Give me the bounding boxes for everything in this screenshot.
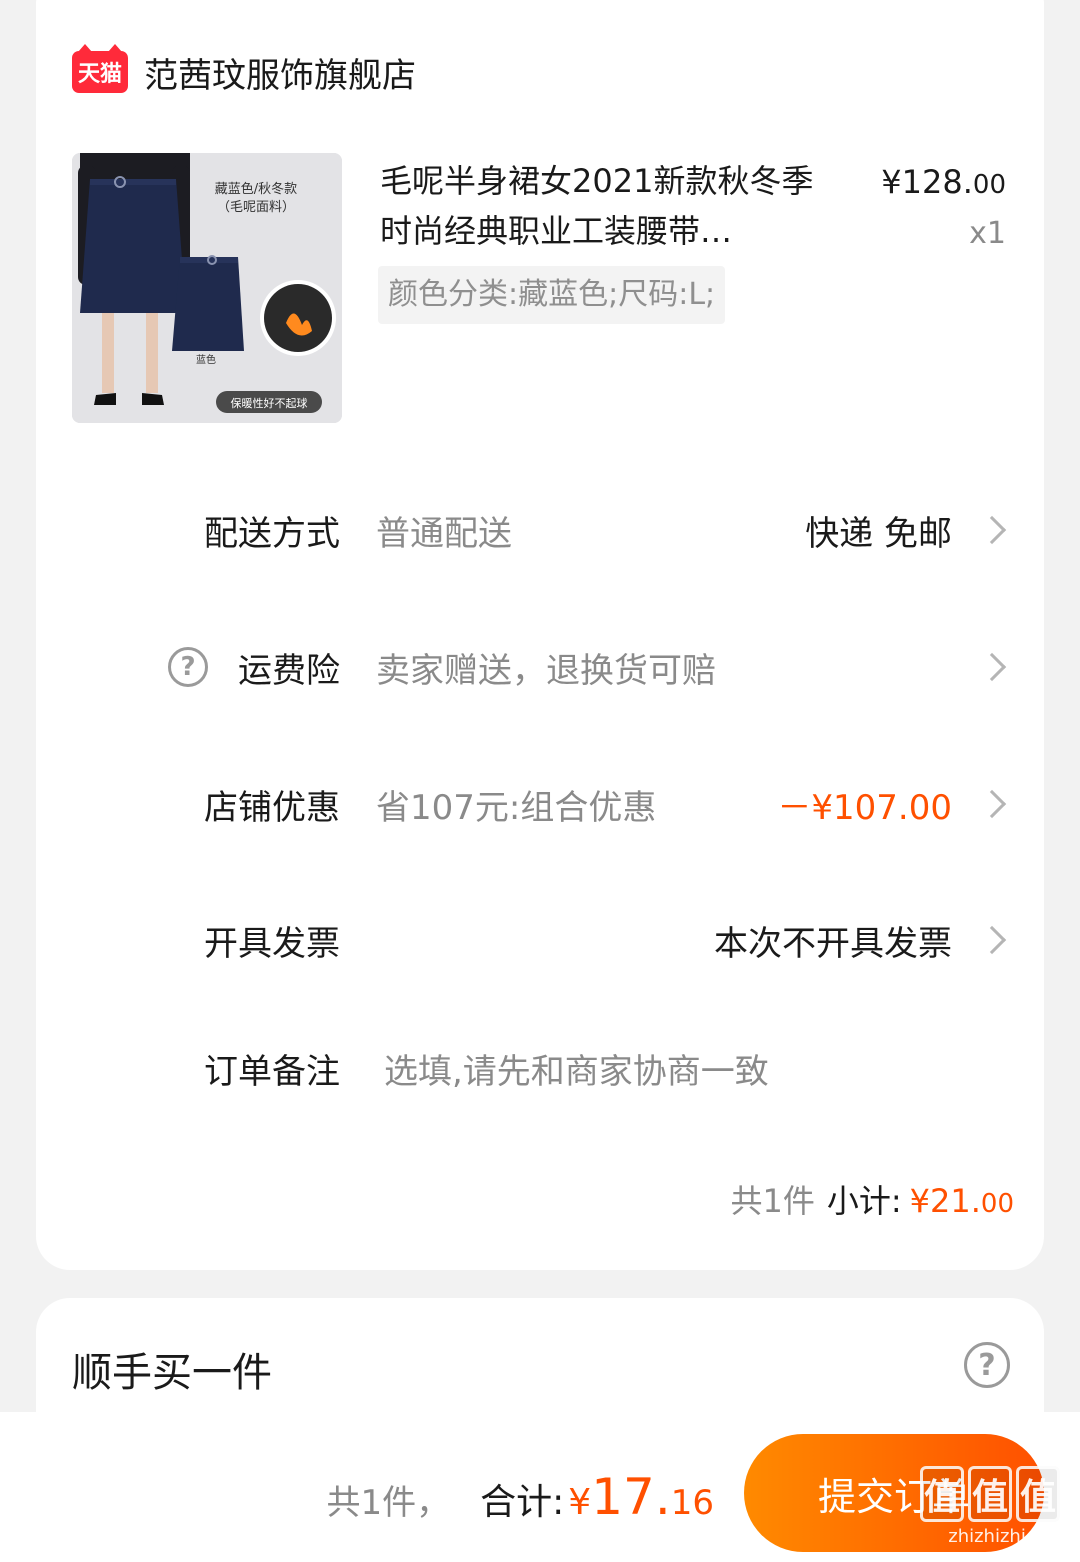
note-row: 订单备注 选填,请先和商家协商一致 — [0, 1028, 1080, 1108]
insurance-label: 运费险 — [238, 650, 340, 691]
chevron-right-icon — [977, 652, 1007, 682]
note-input[interactable]: 选填,请先和商家协商一致 — [384, 1044, 769, 1093]
chevron-right-icon — [977, 925, 1007, 955]
invoice-label: 开具发票 — [204, 923, 340, 964]
product-image-art: 藏蓝色/秋冬款 （毛呢面料） 蓝色 保暖性好不起球 — [72, 153, 342, 423]
discount-row[interactable]: 店铺优惠 省107元:组合优惠 －¥107.00 — [0, 764, 1080, 844]
help-circle-icon[interactable]: ? — [964, 1342, 1010, 1388]
watermark-url: zhizhizhi.com — [948, 1526, 1070, 1547]
discount-label: 店铺优惠 — [204, 787, 340, 828]
help-circle-icon[interactable]: ? — [168, 647, 208, 687]
subtotal-label: 小计: — [826, 1182, 902, 1220]
watermark: 值 值 值 zhizhizhi.com — [920, 1466, 1070, 1562]
delivery-desc: 普通配送 — [376, 513, 512, 554]
total-amount-int: 17. — [591, 1468, 671, 1526]
chevron-right-icon — [977, 789, 1007, 819]
total-currency: ¥ — [568, 1482, 592, 1523]
delivery-value: 快递 免邮 — [805, 513, 952, 554]
insurance-desc: 卖家赠送，退换货可赔 — [376, 650, 716, 691]
image-color-line2: （毛呢面料） — [217, 200, 295, 215]
total-count: 共1件， — [326, 1483, 451, 1523]
subtotal-count: 共1件 — [730, 1182, 815, 1220]
image-swatch-label: 蓝色 — [196, 353, 216, 366]
insurance-row[interactable]: ? 运费险 卖家赠送，退换货可赔 — [0, 627, 1080, 707]
add-on-title: 顺手买一件 — [72, 1350, 272, 1396]
discount-desc: 省107元:组合优惠 — [376, 787, 657, 828]
discount-value: －¥107.00 — [777, 787, 952, 828]
invoice-value: 本次不开具发票 — [714, 923, 952, 964]
sku-tag: 颜色分类:藏蓝色;尺码:L; — [378, 266, 726, 324]
product-price: ¥128.00 — [881, 163, 1006, 201]
subtotal-amount: ¥21.00 — [909, 1182, 1014, 1220]
note-label: 订单备注 — [204, 1051, 340, 1092]
image-color-line1: 藏蓝色/秋冬款 — [215, 181, 297, 197]
chevron-right-icon — [977, 515, 1007, 545]
delivery-row[interactable]: 配送方式 普通配送 快递 免邮 — [0, 490, 1080, 570]
tmall-logo: 天猫 — [72, 44, 128, 93]
invoice-row[interactable]: 开具发票 本次不开具发票 — [0, 900, 1080, 980]
product-image[interactable]: 藏蓝色/秋冬款 （毛呢面料） 蓝色 保暖性好不起球 — [72, 153, 342, 423]
total-amount-dec: 16 — [670, 1483, 714, 1523]
watermark-logo: 值 值 值 — [920, 1466, 1070, 1522]
product-title[interactable]: 毛呢半身裙女2021新款秋冬季时尚经典职业工装腰带… — [380, 156, 820, 256]
store-header[interactable]: 天猫 范茜玟服饰旗舰店 — [72, 44, 416, 100]
store-name[interactable]: 范茜玟服饰旗舰店 — [144, 48, 416, 97]
total-label: 合计: — [480, 1482, 565, 1523]
order-total: 共1件， 合计: ¥ 17. 16 — [327, 1468, 714, 1526]
subtotal: 共1件 小计: ¥21.00 — [730, 1176, 1014, 1222]
image-badge: 保暖性好不起球 — [231, 396, 308, 410]
product-quantity: x1 — [969, 216, 1006, 251]
delivery-label: 配送方式 — [204, 513, 340, 554]
